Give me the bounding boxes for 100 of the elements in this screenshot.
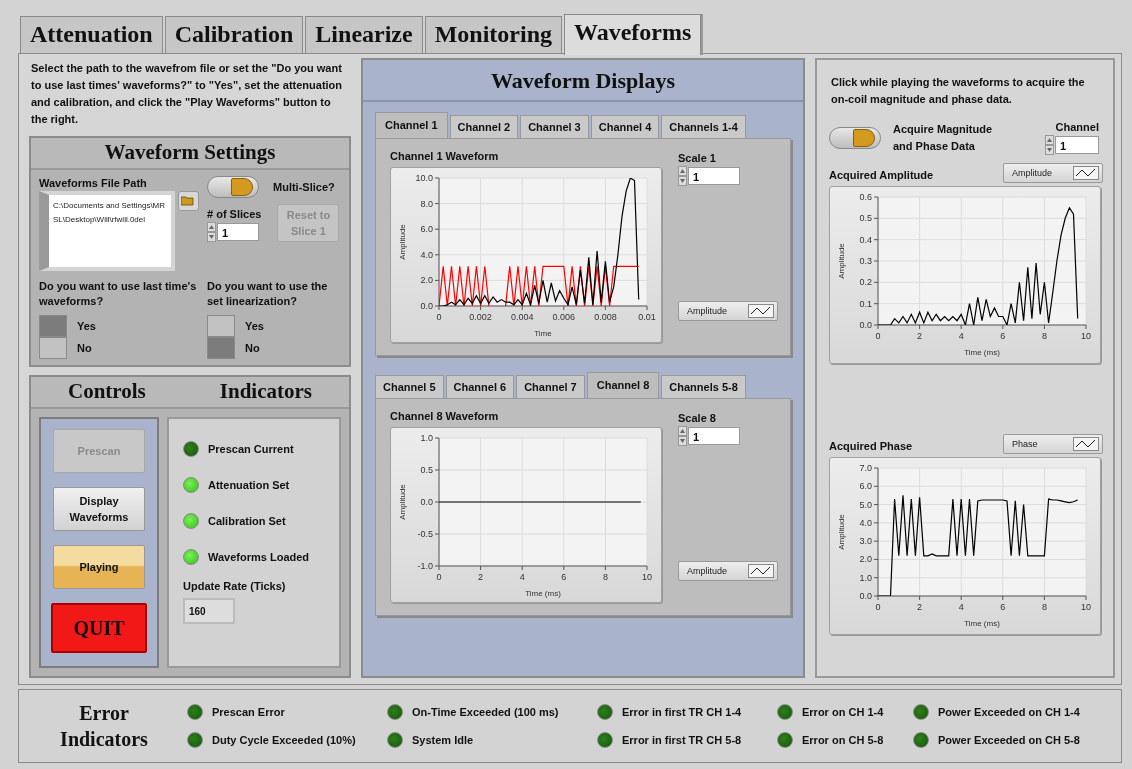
tick-label: 0.0 — [859, 320, 872, 330]
spinner-arrows-icon[interactable] — [678, 166, 687, 186]
option-switch[interactable] — [39, 315, 67, 337]
spinner-arrows-icon[interactable] — [678, 426, 687, 446]
tick-label: 10.0 — [415, 173, 433, 183]
panel-title: Waveform Displays — [490, 68, 676, 94]
axis-title: Amplitude — [837, 514, 846, 550]
tick-label: 4 — [958, 331, 964, 341]
tab[interactable]: Linearize — [305, 16, 423, 53]
tick-label: 0.4 — [859, 234, 872, 245]
plot-legend-button[interactable]: Phase — [1003, 434, 1103, 454]
tick-label: 0.004 — [510, 312, 534, 322]
panel-title: Error Indicators — [59, 701, 149, 752]
chart-title: Channel 8 Waveform — [390, 409, 500, 424]
indicator-label: Duty Cycle Exceeded (10%) — [212, 732, 356, 748]
tab[interactable]: Monitoring — [424, 16, 562, 53]
spinner-arrows-icon[interactable] — [1045, 135, 1054, 155]
toggle-label: Acquire Magnitude and Phase Data — [893, 121, 993, 154]
tick-label: 1.0 — [859, 572, 872, 583]
plot-legend-button[interactable]: Amplitude — [678, 301, 778, 321]
tick-label: 5.0 — [859, 499, 872, 510]
tick-label: 0 — [875, 331, 881, 341]
tick-label: 10 — [1081, 602, 1091, 612]
tab[interactable]: Attenuation — [20, 16, 163, 53]
spinner-arrows-icon[interactable] — [207, 222, 216, 242]
tick-label: 0.008 — [594, 312, 617, 322]
line-style-icon — [748, 304, 774, 318]
plot-legend-button[interactable]: Amplitude — [678, 561, 778, 581]
tick-label: 6.0 — [859, 481, 872, 492]
tick-label: 0.002 — [469, 312, 492, 322]
plot-legend-button[interactable]: Amplitude — [1003, 163, 1103, 183]
channel-tab[interactable]: Channel 5 — [375, 375, 444, 398]
channel-tab[interactable]: Channels 5-8 — [661, 375, 746, 398]
tick-label: 8 — [602, 572, 608, 582]
indicator-label: Prescan Error — [212, 704, 285, 720]
chart-title: Channel 1 Waveform — [390, 149, 500, 164]
line-style-icon — [748, 564, 774, 578]
instruction-text: Select the path to the wavefrom file or set the "Do you want to use last times' waveforms?" to "Yes", set the attenuation and calibration, and click the "Play Waveforms" button to the right. — [30, 61, 344, 127]
field-label: # of Slices — [207, 207, 262, 222]
control-button[interactable]: Playing — [53, 545, 145, 589]
axis-title: Amplitude — [398, 224, 407, 260]
tick-label: 0.5 — [859, 213, 872, 224]
indicator-label: Prescan Current — [208, 441, 294, 457]
channel-tab[interactable]: Channel 8 — [586, 372, 660, 399]
toggle-switch[interactable] — [829, 126, 881, 149]
tick-label: 6 — [561, 572, 567, 582]
tab[interactable]: Calibration — [164, 16, 304, 53]
tick-label: 2 — [478, 572, 484, 582]
channel-tab[interactable]: Channel 2 — [449, 115, 519, 138]
tick-label: 4.0 — [420, 249, 433, 260]
tick-label: 0.006 — [552, 312, 576, 322]
tab[interactable]: Waveforms — [564, 14, 702, 55]
indicator-label: Error in first TR CH 5-8 — [622, 732, 742, 748]
channel-tab[interactable]: Channel 3 — [520, 115, 589, 138]
channel-tab[interactable]: Channel 6 — [445, 375, 515, 398]
tick-label: -1.0 — [417, 561, 433, 571]
option-switch[interactable] — [39, 337, 67, 359]
numeric-field[interactable]: 1 — [1055, 136, 1099, 154]
panel-title: Controls — [68, 379, 146, 404]
control-button[interactable]: Display Waveforms — [53, 487, 145, 531]
option-label: No — [245, 340, 261, 356]
question-label: Do you want to use the set linearization? — [207, 279, 329, 309]
numeric-field: 160 — [183, 598, 235, 624]
tick-label: 6 — [1000, 602, 1006, 612]
field-label: Update Rate (Ticks) — [183, 579, 287, 594]
tick-label: 0.2 — [859, 277, 872, 288]
tick-label: 7.0 — [859, 463, 872, 473]
axis-title: Time (ms) — [964, 619, 1000, 628]
indicator-label: Error in first TR CH 1-4 — [622, 704, 742, 720]
panel-title: Indicators — [219, 379, 312, 404]
numeric-field[interactable]: 1 — [688, 427, 740, 445]
channel-tab[interactable]: Channel 4 — [590, 115, 660, 138]
browse-button[interactable] — [177, 191, 199, 211]
indicator-label: Waveforms Loaded — [208, 549, 310, 565]
numeric-field[interactable]: 1 — [688, 167, 740, 185]
tick-label: 0 — [875, 602, 881, 612]
tick-label: 6.0 — [420, 224, 433, 235]
toggle-switch[interactable] — [207, 176, 259, 198]
channel-tab[interactable]: Channel 1 — [375, 112, 448, 139]
indicator-label: Error on CH 5-8 — [802, 732, 884, 748]
tick-label: 8 — [1041, 331, 1047, 341]
tick-label: 0.0 — [859, 591, 872, 601]
control-button[interactable]: QUIT — [51, 603, 147, 653]
channel-tab[interactable]: Channel 7 — [516, 375, 585, 398]
tick-label: 0.5 — [420, 465, 433, 475]
channel-tab[interactable]: Channels 1-4 — [661, 115, 746, 138]
path-field[interactable]: C:\Documents and Settings\MRSL\Desktop\Will\rfwill.0del — [39, 191, 175, 271]
option-label: Yes — [77, 318, 97, 334]
field-label: Waveforms File Path — [39, 176, 148, 191]
axis-title: Amplitude — [398, 484, 407, 520]
field-label: Scale 8 — [678, 411, 717, 426]
option-switch[interactable] — [207, 337, 235, 359]
tick-label: 0.01 — [638, 312, 656, 322]
tick-label: 8.0 — [420, 198, 433, 209]
axis-title: Amplitude — [837, 243, 846, 279]
axis-title: Time — [534, 329, 552, 338]
indicator-label: Power Exceeded on CH 1-4 — [938, 704, 1080, 720]
option-switch[interactable] — [207, 315, 235, 337]
indicator-label: Power Exceeded on CH 5-8 — [938, 732, 1080, 748]
numeric-field[interactable]: 1 — [217, 223, 259, 241]
